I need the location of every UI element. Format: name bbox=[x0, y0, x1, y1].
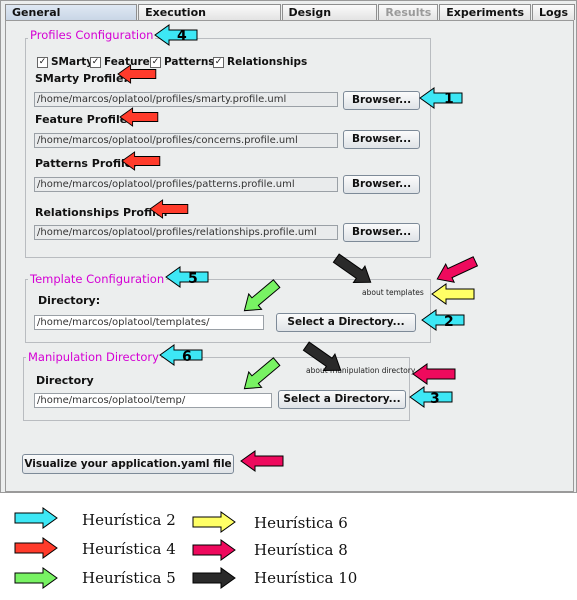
feature-browse-button[interactable]: Browser... bbox=[343, 130, 420, 149]
feature-profile-label: Feature Profile: bbox=[35, 113, 132, 126]
general-configurations-panel: Profiles Configuration ✓ SMarty ✓ Feature … bbox=[5, 20, 574, 492]
profiles-configuration-legend: Profiles Configuration bbox=[28, 28, 156, 42]
relationships-profile-label: Relationships Profile: bbox=[35, 206, 168, 219]
checkbox-feature[interactable]: ✓ Feature bbox=[90, 56, 150, 68]
checkbox-smarty[interactable]: ✓ SMarty bbox=[37, 56, 93, 68]
feature-profile-path-field[interactable]: /home/marcos/oplatool/profiles/concerns.… bbox=[34, 133, 338, 148]
template-configuration-legend: Template Configuration bbox=[28, 272, 167, 286]
legend-heuristica-2: Heurística 2 bbox=[82, 511, 176, 529]
tab-results[interactable]: Results bbox=[378, 4, 439, 20]
manipulation-select-directory-button[interactable]: Select a Directory... bbox=[278, 390, 406, 409]
manipulation-directory-label: Directory bbox=[36, 374, 94, 387]
patterns-profile-path-field[interactable]: /home/marcos/oplatool/profiles/patterns.… bbox=[34, 177, 338, 192]
tab-general-configurations[interactable]: General Configurations bbox=[5, 4, 138, 34]
template-select-directory-button[interactable]: Select a Directory... bbox=[276, 313, 416, 332]
checkbox-checked-icon: ✓ bbox=[90, 56, 101, 68]
checkbox-checked-icon: ✓ bbox=[213, 56, 224, 68]
relationships-profile-path-field[interactable]: /home/marcos/oplatool/profiles/relations… bbox=[34, 225, 338, 240]
visualize-application-yaml-button[interactable]: Visualize your application.yaml file bbox=[22, 454, 234, 474]
manipulation-directory-field[interactable]: /home/marcos/oplatool/temp/ bbox=[34, 393, 272, 408]
tab-design-patterns[interactable]: Design Patterns bbox=[281, 4, 378, 34]
checkbox-checked-icon: ✓ bbox=[37, 56, 48, 68]
patterns-browse-button[interactable]: Browser... bbox=[343, 175, 420, 194]
legend-heuristica-10: Heurística 10 bbox=[254, 569, 358, 587]
patterns-profile-label: Patterns Profile: bbox=[35, 157, 137, 170]
legend-heuristica-5: Heurística 5 bbox=[82, 569, 176, 587]
tab-bar: General Configurations Execution Configu… bbox=[5, 4, 576, 34]
tab-execution-configurations[interactable]: Execution Configurations bbox=[138, 4, 281, 34]
smarty-browse-button[interactable]: Browser... bbox=[343, 91, 420, 110]
tab-experiments[interactable]: Experiments bbox=[439, 4, 531, 20]
template-directory-field[interactable]: /home/marcos/oplatool/templates/ bbox=[34, 315, 264, 330]
tab-logs[interactable]: Logs bbox=[532, 4, 575, 20]
checkbox-checked-icon: ✓ bbox=[150, 56, 161, 68]
application-window: General Configurations Execution Configu… bbox=[0, 0, 577, 493]
checkbox-relationships[interactable]: ✓ Relationships bbox=[213, 56, 307, 68]
manipulation-directory-legend: Manipulation Directory bbox=[26, 350, 161, 364]
template-directory-label: Directory: bbox=[38, 294, 101, 307]
smarty-profile-label: SMarty Profile: bbox=[35, 72, 128, 85]
legend-heuristica-8: Heurística 8 bbox=[254, 541, 348, 559]
about-manipulation-directory-link[interactable]: about manipulation directory bbox=[306, 366, 415, 375]
legend-heuristica-4: Heurística 4 bbox=[82, 540, 176, 558]
smarty-profile-path-field[interactable]: /home/marcos/oplatool/profiles/smarty.pr… bbox=[34, 92, 338, 107]
legend-heuristica-6: Heurística 6 bbox=[254, 514, 348, 532]
checkbox-patterns[interactable]: ✓ Patterns bbox=[150, 56, 215, 68]
relationships-browse-button[interactable]: Browser... bbox=[343, 223, 420, 242]
about-templates-link[interactable]: about templates bbox=[362, 288, 424, 297]
